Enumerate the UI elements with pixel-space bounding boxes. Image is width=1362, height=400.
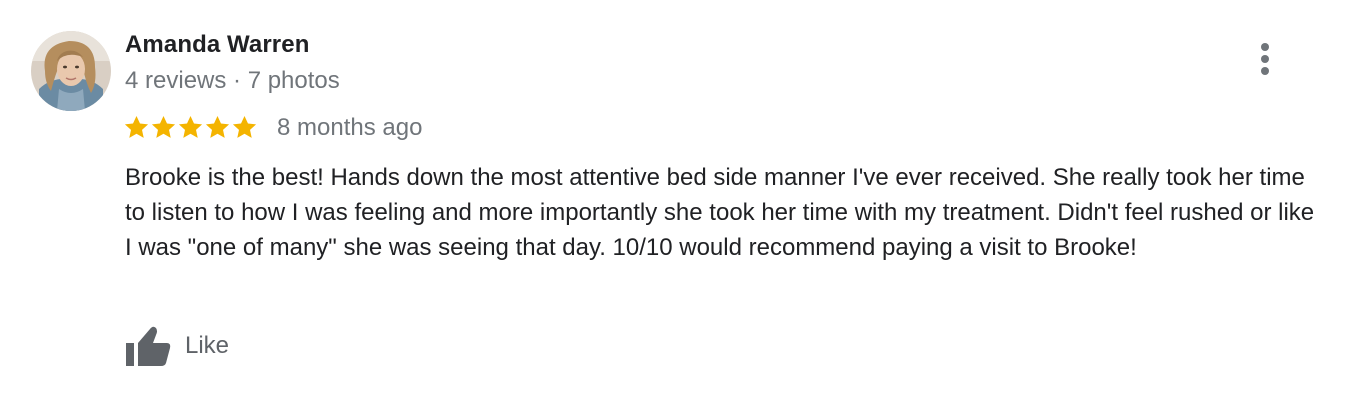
more-options-button[interactable] — [1244, 36, 1286, 82]
author-stats: 4 reviews · 7 photos — [125, 67, 340, 94]
star-icon — [151, 115, 176, 138]
review-text: Brooke is the best! Hands down the most … — [125, 164, 1315, 261]
avatar[interactable] — [31, 31, 111, 111]
review-card: Amanda Warren 4 reviews · 7 photos 8 mon… — [0, 0, 1362, 400]
avatar-photo — [31, 31, 111, 111]
like-button[interactable]: Like — [124, 324, 229, 368]
like-label: Like — [185, 332, 230, 359]
star-icon — [124, 115, 149, 138]
thumbs-up-icon — [126, 326, 171, 366]
star-rating — [123, 112, 258, 142]
more-vertical-icon — [1261, 43, 1269, 75]
star-icon — [178, 115, 203, 138]
review-date: 8 months ago — [277, 114, 423, 141]
author-name[interactable]: Amanda Warren — [125, 31, 309, 59]
star-icon — [232, 115, 257, 138]
star-icon — [205, 115, 230, 138]
